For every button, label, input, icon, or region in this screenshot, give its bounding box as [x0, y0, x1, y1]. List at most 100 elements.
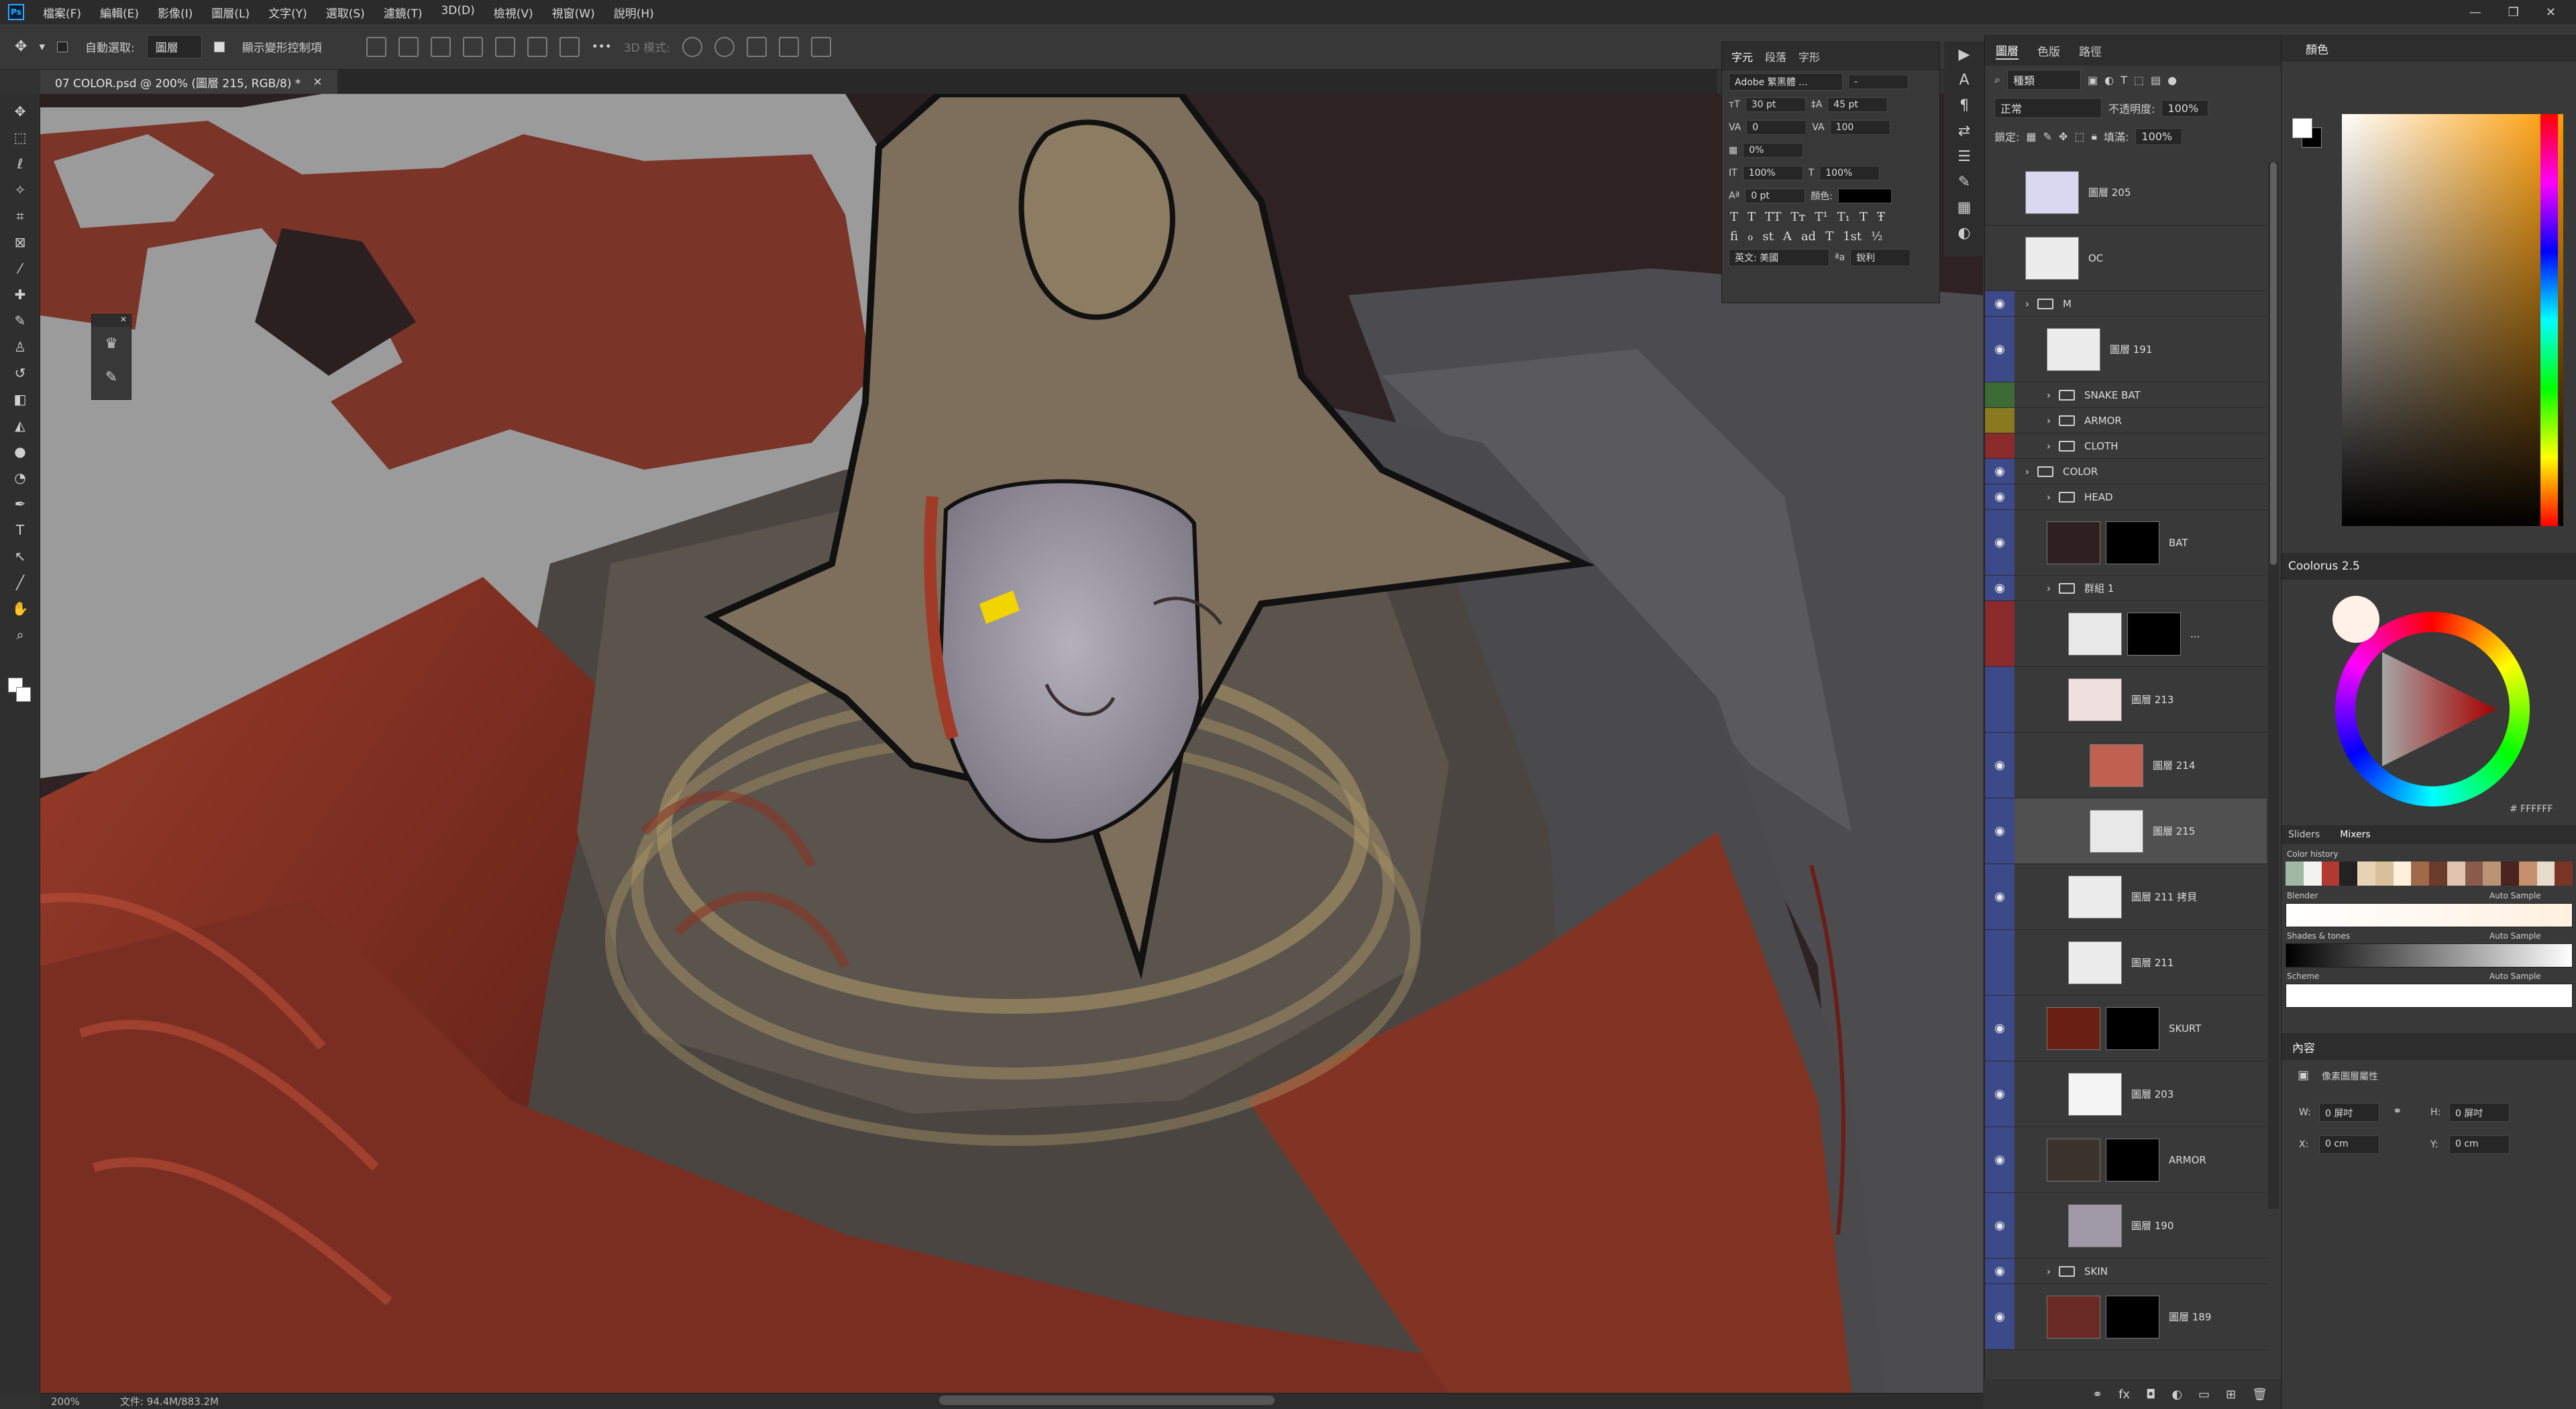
roll-3d-icon[interactable] [714, 36, 735, 57]
visibility-eye-icon[interactable] [1985, 601, 2015, 666]
color-circle-icon[interactable]: ◐ [1944, 220, 1984, 246]
height-field[interactable]: 0 屏吋 [2449, 1103, 2510, 1122]
horizontal-scale-field[interactable]: 100% [1819, 166, 1880, 180]
layer-name[interactable]: 圖層 191 [2110, 342, 2152, 356]
paragraph-icon[interactable]: ¶ [1944, 93, 1984, 118]
layer-name[interactable]: HEAD [2084, 491, 2113, 503]
close-icon[interactable]: ✕ [92, 315, 131, 327]
layer-mask-thumbnail[interactable] [2106, 1295, 2159, 1339]
align-bottom-icon[interactable] [559, 36, 580, 57]
layer-name[interactable]: 圖層 203 [2131, 1087, 2174, 1101]
color-history-strip[interactable] [2286, 862, 2573, 886]
auto-select-checkbox[interactable] [56, 40, 73, 54]
menu-item[interactable]: 編輯(E) [91, 4, 148, 21]
text-color-swatch[interactable] [1837, 189, 1892, 203]
close-button[interactable]: ✕ [2546, 5, 2556, 19]
vertical-scale-field[interactable]: 100% [1742, 166, 1803, 180]
lasso-tool-icon[interactable]: ℓ [9, 154, 31, 173]
history-color-swatch[interactable] [2536, 862, 2555, 886]
auto-sample-label[interactable]: Auto Sample [2489, 931, 2541, 941]
tab-paragraph[interactable]: 段落 [1765, 48, 1786, 64]
history-color-swatch[interactable] [2501, 862, 2519, 886]
auto-select-target[interactable]: 圖層 [146, 35, 202, 58]
tab-character[interactable]: 字元 [1731, 48, 1753, 64]
layer-group-row[interactable]: › ARMOR [1985, 408, 2267, 433]
history-color-swatch[interactable] [2465, 862, 2483, 886]
color-triangle[interactable] [2355, 632, 2510, 786]
tsume-field[interactable]: 0% [1743, 143, 1804, 158]
menu-item[interactable]: 3D(D) [431, 4, 484, 21]
visibility-eye-icon[interactable] [1985, 930, 2015, 995]
color-field[interactable] [2342, 114, 2563, 526]
layer-group-row[interactable]: › CLOTH [1985, 433, 2267, 459]
link-icon[interactable]: ⚭ [2393, 1104, 2402, 1117]
stamp-tool-icon[interactable]: ♙ [9, 337, 31, 356]
menu-item[interactable]: 濾鏡(T) [374, 4, 432, 21]
history-color-swatch[interactable] [2286, 862, 2304, 886]
filter-shape-icon[interactable]: ⬚ [2134, 74, 2144, 87]
align-center-icon[interactable] [398, 36, 419, 57]
font-family-select[interactable]: Adobe 繁黑體 ... [1729, 73, 1843, 91]
font-style-select[interactable]: - [1848, 74, 1909, 89]
kerning-field[interactable]: 0 [1746, 120, 1807, 135]
history-color-swatch[interactable] [2375, 862, 2394, 886]
layer-name[interactable]: OC [2088, 252, 2103, 264]
layer-mask-thumbnail[interactable] [2127, 612, 2181, 656]
blend-mode-select[interactable]: 正常 [1994, 98, 2102, 118]
layer-thumbnail[interactable] [2068, 941, 2122, 984]
layer-name[interactable]: 圖層 214 [2153, 758, 2195, 772]
visibility-eye-icon[interactable]: ◉ [1985, 864, 2015, 929]
visibility-eye-icon[interactable]: ◉ [1985, 576, 2015, 601]
visibility-eye-icon[interactable]: ◉ [1985, 1061, 2015, 1127]
adjustment-icon[interactable]: ◐ [2171, 1388, 2182, 1402]
layer-name[interactable]: SKIN [2084, 1265, 2108, 1277]
chevron-down-icon[interactable]: ▾ [39, 40, 45, 54]
layer-name[interactable]: 圖層 213 [2131, 692, 2174, 707]
zoom-level[interactable]: 200% [51, 1396, 80, 1408]
layer-name[interactable]: 圖層 211 [2131, 955, 2174, 970]
layer-thumbnail[interactable] [2068, 1072, 2122, 1116]
brush-tool-icon[interactable]: ✎ [9, 311, 31, 330]
brush-icon[interactable]: ✎ [1944, 169, 1984, 195]
tab-mixers[interactable]: Mixers [2340, 829, 2371, 840]
visibility-eye-icon[interactable] [1985, 408, 2015, 433]
layer-row[interactable]: 圖層 211 [1985, 930, 2267, 996]
history-color-swatch[interactable] [2357, 862, 2375, 886]
menu-item[interactable]: 圖層(L) [202, 4, 259, 21]
menu-item[interactable]: 影像(I) [148, 4, 202, 21]
glyph-style-button[interactable]: 1st [1843, 229, 1862, 244]
glyph-style-button[interactable]: ½ [1871, 229, 1882, 244]
brush-preset-icon[interactable]: ♛ [92, 327, 131, 360]
layer-thumbnail[interactable] [2025, 236, 2079, 280]
history-color-swatch[interactable] [2411, 862, 2429, 886]
layer-row[interactable]: ◉ 圖層 215 [1985, 798, 2267, 864]
layer-name[interactable]: CLOTH [2084, 440, 2118, 452]
layer-group-row[interactable]: ◉ › COLOR [1985, 459, 2267, 484]
history-color-swatch[interactable] [2555, 862, 2573, 886]
grid-icon[interactable]: ▦ [1944, 195, 1984, 220]
character-icon[interactable]: A [1944, 67, 1984, 93]
visibility-eye-icon[interactable]: ◉ [1985, 1259, 2015, 1284]
layer-name[interactable]: 圖層 190 [2131, 1218, 2174, 1233]
layer-row[interactable]: ◉ 圖層 189 [1985, 1284, 2267, 1350]
anti-alias-select[interactable]: 銳利 [1850, 249, 1911, 266]
glyph-style-button[interactable]: T [1825, 229, 1833, 244]
canvas[interactable] [40, 94, 1983, 1393]
close-icon[interactable]: × [313, 75, 322, 89]
glyph-style-button[interactable]: ad [1801, 229, 1816, 244]
font-size-field[interactable]: 30 pt [1745, 97, 1806, 112]
tab-layers[interactable]: 圖層 [1996, 42, 2019, 60]
orbit-3d-icon[interactable] [682, 36, 702, 57]
layer-thumbnail[interactable] [2047, 521, 2100, 564]
visibility-eye-icon[interactable]: ◉ [1985, 798, 2015, 864]
zoom-tool-icon[interactable]: ⌕ [9, 625, 31, 644]
layer-name[interactable]: ARMOR [2169, 1154, 2206, 1166]
align-right-icon[interactable] [430, 36, 451, 57]
glyph-style-button[interactable]: ℴ [1748, 229, 1753, 244]
glyph-style-button[interactable]: st [1762, 229, 1773, 244]
tab-glyphs[interactable]: 字形 [1799, 48, 1820, 64]
chevron-right-icon[interactable]: › [2047, 491, 2051, 503]
width-field[interactable]: 0 屏吋 [2319, 1103, 2379, 1122]
layer-thumbnail[interactable] [2047, 1138, 2100, 1182]
folder-icon[interactable]: ▭ [2198, 1388, 2210, 1402]
